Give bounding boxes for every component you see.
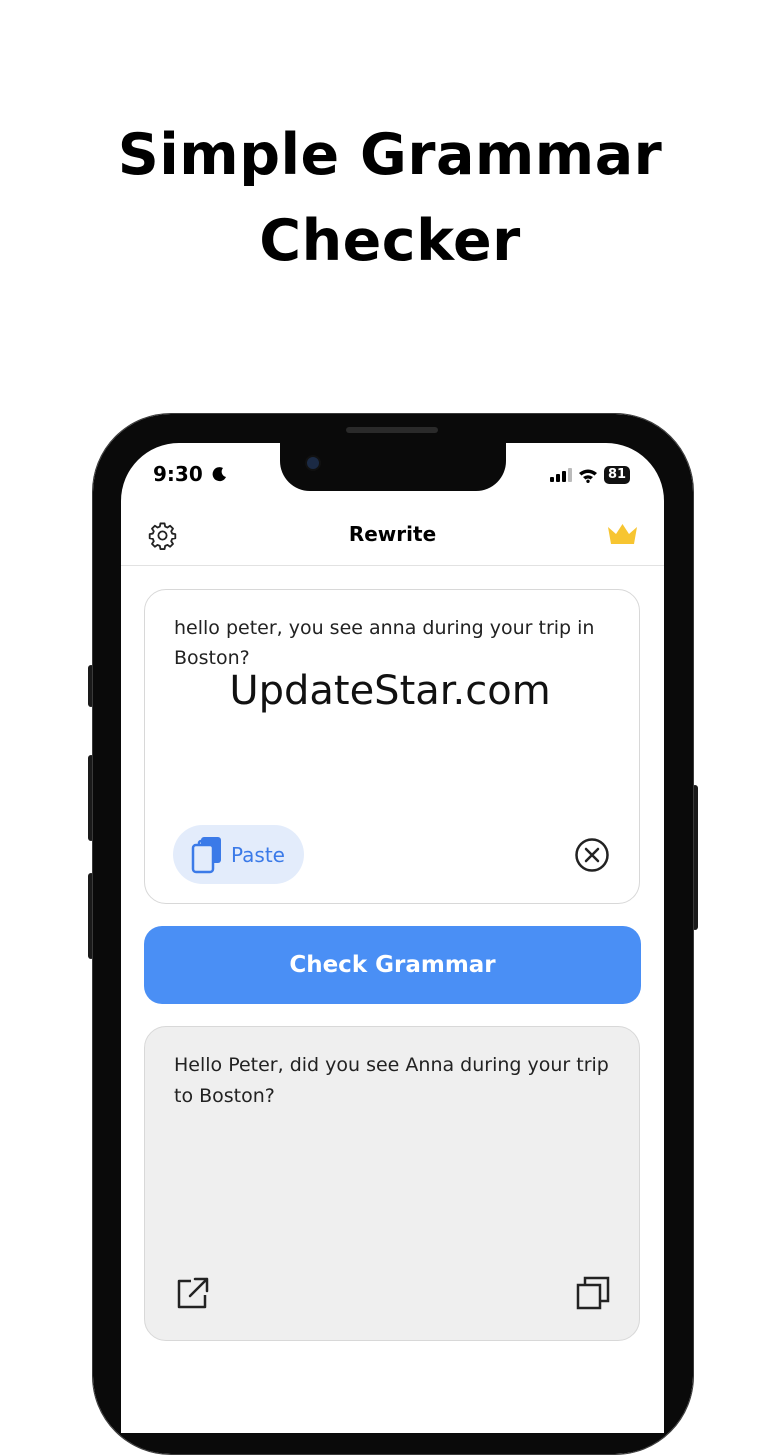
front-camera <box>305 455 321 471</box>
status-time-text: 9:30 <box>153 462 203 486</box>
cellular-signal-icon <box>550 468 572 482</box>
check-grammar-button[interactable]: Check Grammar <box>144 926 641 1004</box>
share-button[interactable] <box>176 1276 210 1314</box>
input-card: hello peter, you see anna during your tr… <box>144 589 640 904</box>
share-icon <box>177 1277 209 1309</box>
nav-divider <box>121 565 664 566</box>
paste-button[interactable]: Paste <box>173 825 304 884</box>
marketing-headline: Simple Grammar Checker <box>0 112 780 284</box>
moon-icon <box>212 467 226 482</box>
output-card: Hello Peter, did you see Anna during you… <box>144 1026 640 1341</box>
copy-icon <box>576 1276 610 1310</box>
clipboard-icon <box>191 836 221 873</box>
status-time: 9:30 <box>153 462 228 486</box>
headline-line-1: Simple Grammar <box>117 122 663 188</box>
headline-line-2: Checker <box>259 208 521 274</box>
paste-label: Paste <box>231 842 285 867</box>
crown-icon <box>608 524 637 544</box>
battery-indicator: 81 <box>604 466 631 484</box>
clear-button[interactable] <box>575 838 609 876</box>
copy-button[interactable] <box>576 1276 610 1314</box>
watermark: UpdateStar.com <box>229 668 551 714</box>
premium-button[interactable] <box>607 523 638 550</box>
input-text-field[interactable]: hello peter, you see anna during your tr… <box>174 613 614 673</box>
close-circle-icon <box>575 838 609 872</box>
wifi-icon <box>579 469 597 483</box>
output-text: Hello Peter, did you see Anna during you… <box>174 1054 609 1107</box>
status-indicators: 81 <box>550 466 631 484</box>
speaker-grill <box>346 427 438 433</box>
page-title: Rewrite <box>348 522 437 546</box>
